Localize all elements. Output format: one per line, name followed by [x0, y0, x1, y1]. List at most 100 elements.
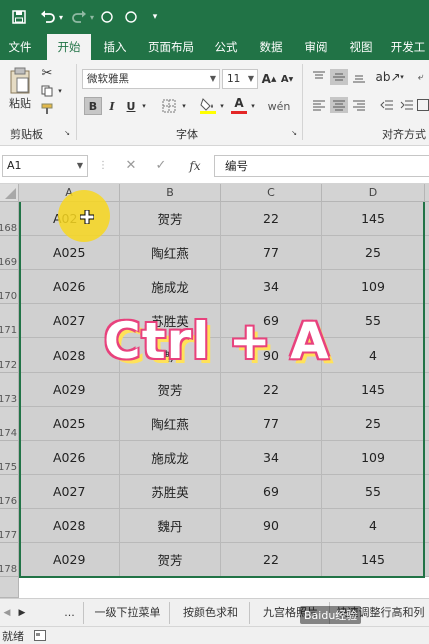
cell-name[interactable]: 施成龙: [120, 270, 221, 304]
cell-id[interactable]: A029: [19, 543, 120, 577]
row-header[interactable]: 176: [0, 475, 19, 509]
cell-age[interactable]: 69: [221, 475, 322, 509]
cell-id[interactable]: A028: [19, 509, 120, 543]
orientation-dropdown-icon[interactable]: ▾: [398, 69, 406, 85]
more-sheets-button[interactable]: ...: [56, 602, 84, 624]
row-header[interactable]: [0, 577, 19, 598]
font-launcher-icon[interactable]: ↘: [290, 128, 298, 138]
column-header-e[interactable]: [425, 184, 429, 202]
orientation-icon[interactable]: ab↗: [375, 69, 400, 85]
cell-age[interactable]: 34: [221, 441, 322, 475]
align-center-icon[interactable]: [330, 97, 348, 113]
tab-page-layout[interactable]: 页面布局: [140, 34, 202, 60]
redo-icon[interactable]: [70, 9, 88, 25]
tab-view[interactable]: 视图: [341, 34, 381, 60]
cell-id[interactable]: A026: [19, 441, 120, 475]
font-size-select[interactable]: 11 ▼: [222, 69, 258, 89]
align-middle-icon[interactable]: [330, 69, 348, 85]
cell-name[interactable]: 施成龙: [120, 441, 221, 475]
macro-record-icon[interactable]: [34, 630, 46, 641]
row-header[interactable]: 170: [0, 270, 19, 304]
cell-empty[interactable]: [425, 236, 429, 270]
cell-age[interactable]: 77: [221, 407, 322, 441]
cell-empty[interactable]: [425, 373, 429, 407]
cell-age[interactable]: 22: [221, 543, 322, 577]
column-header-b[interactable]: B: [120, 184, 221, 202]
format-painter-icon[interactable]: [40, 102, 54, 116]
scroll-left-icon[interactable]: ◀: [0, 602, 14, 624]
borders-dropdown-icon[interactable]: ▾: [180, 97, 188, 115]
cell-name[interactable]: 贺芳: [120, 202, 221, 236]
increase-indent-icon[interactable]: [398, 97, 416, 113]
cell-empty[interactable]: [425, 202, 429, 236]
cut-icon[interactable]: ✂: [40, 66, 54, 81]
align-left-icon[interactable]: [310, 97, 328, 113]
cell-empty[interactable]: [425, 543, 429, 577]
row-header[interactable]: 174: [0, 407, 19, 441]
paste-icon[interactable]: [8, 66, 32, 96]
cell-score[interactable]: 55: [322, 475, 425, 509]
cell-empty[interactable]: [425, 475, 429, 509]
undo-icon[interactable]: [38, 9, 56, 25]
cell-empty[interactable]: [425, 407, 429, 441]
cell-age[interactable]: 90: [221, 509, 322, 543]
undo-dropdown-icon[interactable]: ▾: [57, 9, 65, 25]
cell-id[interactable]: A025: [19, 236, 120, 270]
fill-color-dropdown-icon[interactable]: ▾: [218, 97, 226, 115]
row-header[interactable]: 171: [0, 304, 19, 338]
cell-empty[interactable]: [425, 270, 429, 304]
copy-icon[interactable]: [40, 84, 54, 98]
cell-empty[interactable]: [425, 441, 429, 475]
cell-age[interactable]: 22: [221, 202, 322, 236]
align-top-icon[interactable]: [310, 69, 328, 85]
underline-button[interactable]: U: [123, 97, 139, 115]
cell-age[interactable]: 34: [221, 270, 322, 304]
italic-button[interactable]: I: [104, 97, 120, 115]
tab-data[interactable]: 数据: [251, 34, 291, 60]
insert-function-button[interactable]: fx: [184, 157, 206, 175]
row-header[interactable]: 175: [0, 441, 19, 475]
select-all-corner[interactable]: [0, 184, 19, 202]
cell-age[interactable]: 77: [221, 236, 322, 270]
bold-button[interactable]: B: [84, 97, 102, 115]
phonetic-icon[interactable]: wén: [268, 97, 291, 115]
font-color-dropdown-icon[interactable]: ▾: [249, 97, 257, 115]
tab-file[interactable]: 文件: [0, 34, 40, 60]
cell-score[interactable]: 145: [322, 543, 425, 577]
cell-empty[interactable]: [425, 338, 429, 373]
row-header[interactable]: 168: [0, 202, 19, 236]
align-bottom-icon[interactable]: [350, 69, 368, 85]
borders-icon[interactable]: [158, 97, 180, 115]
cell-name[interactable]: 陶红燕: [120, 407, 221, 441]
cell-score[interactable]: 145: [322, 373, 425, 407]
cell-name[interactable]: 陶红燕: [120, 236, 221, 270]
merge-center-icon[interactable]: [416, 97, 429, 113]
cell-score[interactable]: 109: [322, 270, 425, 304]
sheet-tab[interactable]: 一级下拉菜单: [86, 602, 170, 624]
fill-color-icon[interactable]: [198, 95, 218, 115]
name-box[interactable]: A1 ▼: [2, 155, 88, 177]
tab-review[interactable]: 审阅: [297, 34, 335, 60]
column-header-c[interactable]: C: [221, 184, 322, 202]
decrease-indent-icon[interactable]: [378, 97, 396, 113]
customize-quick-access-icon[interactable]: ▾: [150, 9, 160, 25]
row-header[interactable]: 177: [0, 509, 19, 543]
tab-formulas[interactable]: 公式: [207, 34, 245, 60]
row-header[interactable]: 172: [0, 338, 19, 373]
circle-icon[interactable]: [124, 9, 138, 25]
copy-dropdown-icon[interactable]: ▾: [56, 84, 64, 98]
sheet-tab[interactable]: 按颜色求和: [172, 602, 250, 624]
cell-name[interactable]: 魏丹: [120, 509, 221, 543]
cell-score[interactable]: 109: [322, 441, 425, 475]
row-header[interactable]: 173: [0, 373, 19, 407]
paste-button[interactable]: 粘贴: [6, 96, 34, 110]
font-name-select[interactable]: 微软雅黑 ▼: [82, 69, 220, 89]
clipboard-launcher-icon[interactable]: ↘: [63, 128, 71, 138]
column-header-d[interactable]: D: [322, 184, 425, 202]
scroll-right-icon[interactable]: ▶: [14, 602, 30, 624]
tab-insert[interactable]: 插入: [96, 34, 134, 60]
cell-score[interactable]: 4: [322, 509, 425, 543]
redo-dropdown-icon[interactable]: ▾: [88, 9, 96, 25]
cell-id[interactable]: A027: [19, 475, 120, 509]
font-color-button[interactable]: A: [230, 95, 248, 115]
